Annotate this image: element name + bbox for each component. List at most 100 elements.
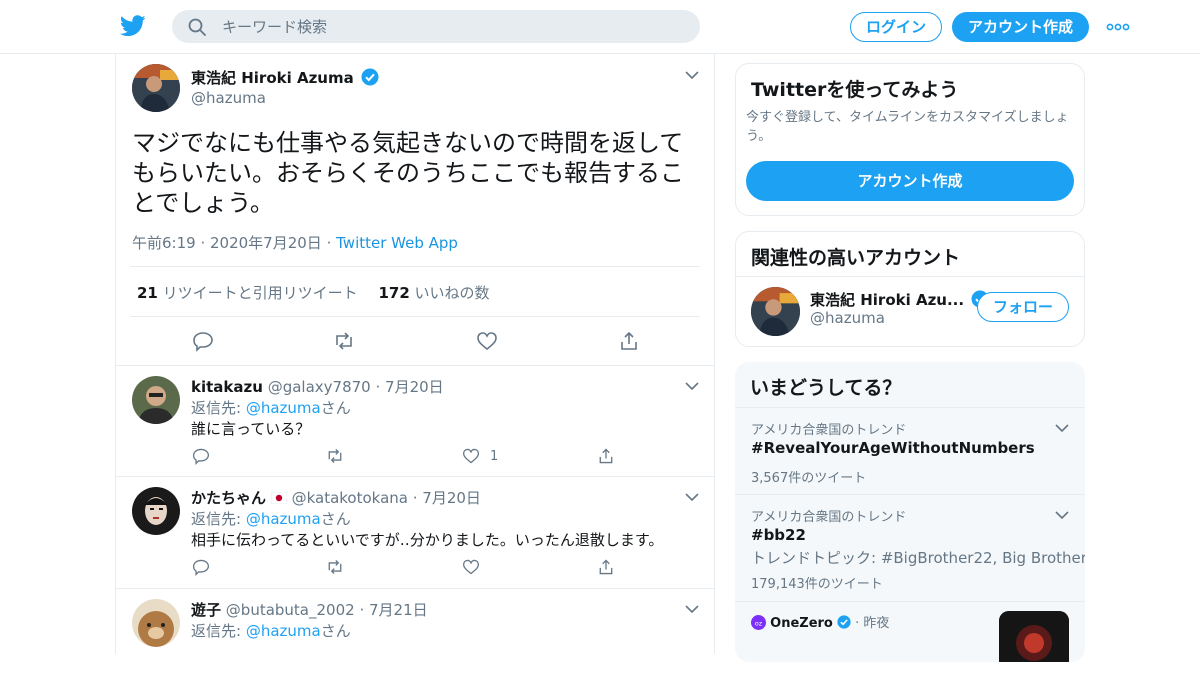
chevron-down-icon[interactable]: [1055, 423, 1069, 433]
tweet-text: マジでなにも仕事やる気起きないので時間を返してもらいたい。おそらくそのうちここで…: [132, 129, 684, 217]
reply-date[interactable]: 7月21日: [369, 601, 428, 619]
news-source-line: oz OneZero · 昨夜: [751, 612, 889, 631]
flag-japan-icon: [270, 491, 288, 505]
trends-card: いまどうしてる？ アメリカ合衆国のトレンド #RevealYourAgeWith…: [735, 362, 1085, 662]
more-options-icon[interactable]: [1106, 17, 1130, 37]
login-button[interactable]: ログイン: [850, 12, 942, 42]
share-icon[interactable]: [597, 558, 615, 576]
tweet-time[interactable]: 午前6:19: [132, 234, 196, 252]
signup-card-description: 今すぐ登録して、タイムラインをカスタマイズしましょう。: [746, 110, 1069, 144]
reply-icon[interactable]: [192, 447, 210, 465]
verified-badge-icon: [837, 615, 851, 629]
signup-card-title: Twitterを使ってみよう: [751, 79, 959, 101]
chevron-down-icon[interactable]: [685, 70, 699, 80]
related-account-handle[interactable]: @hazuma: [810, 309, 885, 327]
search-box[interactable]: [172, 10, 700, 43]
like-label[interactable]: いいねの数: [415, 284, 490, 302]
trend-name[interactable]: #RevealYourAgeWithoutNumbers: [751, 439, 1035, 457]
reply-avatar[interactable]: [132, 376, 180, 424]
like-count[interactable]: 172: [378, 284, 409, 302]
twitter-logo-icon[interactable]: [120, 14, 146, 38]
reply-author-handle[interactable]: @butabuta_2002: [226, 601, 355, 619]
reply-to-prefix: 返信先:: [191, 622, 246, 640]
chevron-down-icon[interactable]: [1055, 510, 1069, 520]
chevron-down-icon[interactable]: [685, 492, 699, 502]
tweet-stats: 21 リツイートと引用リツイート 172 いいねの数: [137, 282, 506, 303]
create-account-button[interactable]: アカウント作成: [746, 161, 1074, 201]
reply-author-name[interactable]: かたちゃん: [191, 489, 266, 507]
svg-text:oz: oz: [755, 619, 763, 627]
reply-tweet[interactable]: 遊子 @butabuta_2002 · 7月21日 返信先: @hazumaさん: [116, 589, 714, 700]
signup-button[interactable]: アカウント作成: [952, 12, 1089, 42]
tweet-date[interactable]: 2020年7月20日: [210, 234, 322, 252]
related-accounts-title: 関連性の高いアカウント: [751, 247, 961, 269]
reply-icon[interactable]: [192, 558, 210, 576]
author-name[interactable]: 東浩紀 Hiroki Azuma: [191, 67, 379, 88]
author-handle[interactable]: @hazuma: [191, 89, 266, 107]
like-icon[interactable]: [476, 330, 498, 352]
news-item[interactable]: oz OneZero · 昨夜: [735, 601, 1085, 662]
reply-header: kitakazu @galaxy7870 · 7月20日: [191, 378, 444, 396]
reply-to-mention[interactable]: @hazuma: [246, 399, 321, 417]
news-source-name[interactable]: OneZero: [770, 616, 833, 631]
reply-to-line: 返信先: @hazumaさん: [191, 397, 351, 418]
author-avatar[interactable]: [132, 64, 180, 112]
trend-context: アメリカ合衆国のトレンド: [751, 510, 907, 525]
reply-to-mention[interactable]: @hazuma: [246, 510, 321, 528]
trend-context: アメリカ合衆国のトレンド: [751, 423, 907, 438]
like-icon[interactable]: [462, 447, 480, 465]
author-display-name[interactable]: 東浩紀 Hiroki Azuma: [191, 69, 354, 87]
reply-like-count: 1: [490, 449, 499, 464]
retweet-icon[interactable]: [333, 330, 355, 352]
trend-item[interactable]: アメリカ合衆国のトレンド #RevealYourAgeWithoutNumber…: [735, 407, 1085, 494]
related-account-avatar[interactable]: [751, 287, 800, 336]
like-icon[interactable]: [462, 558, 480, 576]
reply-to-prefix: 返信先:: [191, 399, 246, 417]
chevron-down-icon[interactable]: [685, 604, 699, 614]
retweet-icon[interactable]: [326, 447, 344, 465]
divider: [130, 266, 700, 267]
follow-button[interactable]: フォロー: [977, 292, 1069, 322]
related-account-display-name[interactable]: 東浩紀 Hiroki Azu...: [810, 291, 964, 309]
reply-icon[interactable]: [192, 330, 214, 352]
reply-author-handle[interactable]: @katakotokana: [292, 489, 408, 507]
reply-author-name[interactable]: kitakazu: [191, 378, 263, 396]
retweet-icon[interactable]: [326, 558, 344, 576]
divider: [130, 316, 700, 317]
trend-description: トレンドトピック: #BigBrother22, Big Brother: [751, 549, 1085, 567]
related-account-name[interactable]: 東浩紀 Hiroki Azu...: [810, 289, 989, 310]
reply-author-name[interactable]: 遊子: [191, 601, 221, 619]
reply-tweet[interactable]: かたちゃん @katakotokana · 7月20日 返信先: @hazuma…: [116, 477, 714, 588]
tweet-source[interactable]: Twitter Web App: [336, 234, 458, 252]
tweet-column: 東浩紀 Hiroki Azuma @hazuma マジでなにも仕事やる気起きない…: [115, 54, 715, 654]
reply-date[interactable]: 7月20日: [422, 489, 481, 507]
reply-to-mention[interactable]: @hazuma: [246, 622, 321, 640]
top-header: ログイン アカウント作成: [0, 0, 1200, 54]
reply-tweet[interactable]: kitakazu @galaxy7870 · 7月20日 返信先: @hazum…: [116, 366, 714, 477]
reply-text: 誰に言っている？: [191, 420, 311, 438]
share-icon[interactable]: [618, 330, 640, 352]
search-input[interactable]: [222, 10, 682, 43]
trend-item[interactable]: アメリカ合衆国のトレンド #bb22 トレンドトピック: #BigBrother…: [735, 494, 1085, 601]
news-time: 昨夜: [863, 616, 890, 631]
chevron-down-icon[interactable]: [685, 381, 699, 391]
reply-author-handle[interactable]: @galaxy7870: [268, 378, 371, 396]
reply-to-suffix: さん: [320, 510, 351, 528]
verified-badge-icon: [361, 68, 379, 86]
reply-to-line: 返信先: @hazumaさん: [191, 620, 351, 641]
trends-title: いまどうしてる？: [750, 377, 902, 399]
divider: [736, 276, 1084, 277]
tweet-timestamp: 午前6:19 · 2020年7月20日 · Twitter Web App: [132, 234, 458, 252]
reply-date[interactable]: 7月20日: [385, 378, 444, 396]
search-icon: [188, 18, 206, 36]
reply-to-suffix: さん: [320, 399, 351, 417]
reply-to-prefix: 返信先:: [191, 510, 246, 528]
reply-avatar[interactable]: [132, 487, 180, 535]
retweet-count[interactable]: 21: [137, 284, 158, 302]
news-thumbnail[interactable]: [999, 611, 1069, 662]
trend-name[interactable]: #bb22: [751, 526, 806, 544]
share-icon[interactable]: [597, 447, 615, 465]
reply-avatar[interactable]: [132, 599, 180, 647]
related-accounts-card: 関連性の高いアカウント 東浩紀 Hiroki Azu... @hazuma フォ…: [735, 231, 1085, 347]
retweet-label[interactable]: リツイートと引用リツイート: [163, 284, 358, 302]
